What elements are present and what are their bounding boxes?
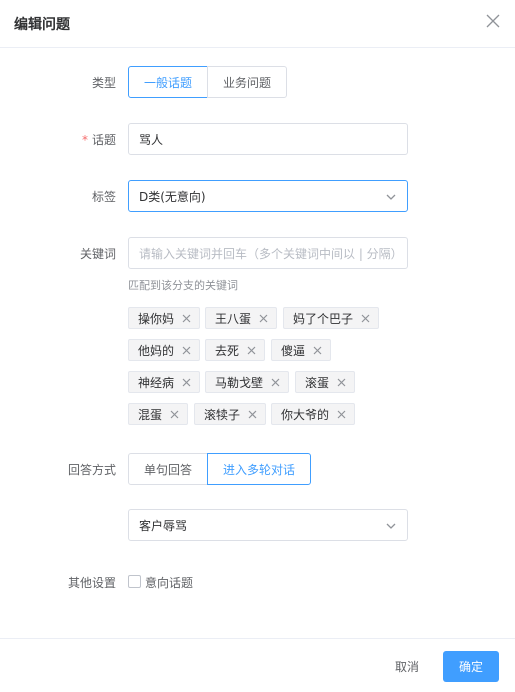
keyword-tag-text: 神经病	[138, 375, 175, 390]
close-icon[interactable]	[247, 346, 256, 355]
answer-mode-label: 回答方式	[67, 463, 116, 477]
type-label: 类型	[91, 76, 116, 90]
close-icon[interactable]	[182, 378, 191, 387]
intent-topic-label[interactable]: 意向话题	[145, 574, 193, 591]
keyword-tag: 滚犊子	[194, 403, 267, 425]
keyword-tag-text: 你大爷的	[281, 407, 330, 422]
keyword-tag-text: 马勒戈壁	[215, 375, 264, 390]
dialog-footer	[0, 638, 515, 692]
flow-select-value: 客户辱骂	[139, 518, 188, 533]
keyword-tag-text: 操你妈	[138, 311, 175, 326]
keyword-tag-text: 滚犊子	[204, 407, 241, 422]
close-icon[interactable]	[170, 410, 179, 419]
close-icon[interactable]	[259, 314, 268, 323]
tag-select-value: D类(无意向)	[139, 189, 206, 204]
close-icon[interactable]	[485, 13, 501, 29]
keyword-tag-text: 去死	[215, 343, 240, 358]
chevron-down-icon	[386, 523, 396, 529]
keywords-label: 关键词	[79, 247, 116, 261]
dialog-title: 编辑问题	[14, 17, 70, 33]
flow-select[interactable]: 客户辱骂	[128, 509, 408, 541]
close-icon[interactable]	[182, 346, 191, 355]
keyword-tag: 他妈的	[128, 339, 201, 361]
required-mark: *	[81, 133, 88, 147]
close-icon[interactable]	[313, 346, 322, 355]
keyword-tag: 操你妈	[128, 307, 201, 329]
keyword-tag-text: 混蛋	[138, 407, 163, 422]
type-option-general-topic[interactable]: 一般话题	[128, 66, 208, 98]
tag-label: 标签	[91, 190, 116, 204]
topic-label-text: 话题	[91, 133, 116, 147]
topic-label: * 话题	[82, 131, 116, 148]
keywords-input[interactable]: 请输入关键词并回车（多个关键词中间以 | 分隔）	[128, 237, 408, 269]
answer-option-single[interactable]: 单句回答	[128, 453, 208, 485]
close-icon[interactable]	[337, 410, 346, 419]
topic-input-value: 骂人	[139, 132, 164, 147]
answer-option-multi-turn[interactable]: 进入多轮对话	[207, 453, 311, 485]
keyword-tag-text: 他妈的	[138, 343, 175, 358]
keyword-tag-text: 滚蛋	[305, 375, 330, 390]
keyword-tag: 滚蛋	[295, 371, 356, 393]
topic-input[interactable]: 骂人	[128, 123, 408, 155]
intent-topic-checkbox[interactable]	[128, 575, 141, 588]
chevron-down-icon	[386, 194, 396, 200]
tag-select[interactable]: D类(无意向)	[128, 180, 408, 212]
keyword-tag: 混蛋	[128, 403, 189, 425]
keyword-tag: 王八蛋	[205, 307, 278, 329]
keyword-tag: 傻逼	[271, 339, 332, 361]
close-icon[interactable]	[361, 314, 370, 323]
keyword-tag: 妈了个巴子	[283, 307, 380, 329]
cancel-button[interactable]: 取消	[384, 658, 430, 675]
close-icon[interactable]	[182, 314, 191, 323]
close-icon[interactable]	[271, 378, 280, 387]
keyword-tag: 去死	[205, 339, 266, 361]
keyword-tag: 马勒戈壁	[205, 371, 290, 393]
type-option-business-question[interactable]: 业务问题	[207, 66, 287, 98]
keywords-input-placeholder: 请输入关键词并回车（多个关键词中间以 | 分隔）	[139, 246, 397, 261]
keyword-tag-text: 妈了个巴子	[293, 311, 354, 326]
keywords-hint: 匹配到该分支的关键词	[128, 279, 238, 292]
close-icon[interactable]	[248, 410, 257, 419]
keyword-tag: 你大爷的	[271, 403, 356, 425]
keyword-tag-text: 王八蛋	[215, 311, 252, 326]
edit-question-dialog: 编辑问题 类型 一般话题 业务问题 * 话题 骂人 标签 D类(无意向) 关键词 …	[0, 0, 515, 692]
dialog-header: 编辑问题	[0, 0, 515, 48]
keyword-tag: 神经病	[128, 371, 201, 393]
close-icon[interactable]	[337, 378, 346, 387]
other-settings-label: 其他设置	[67, 576, 116, 590]
keyword-tag-text: 傻逼	[281, 343, 306, 358]
confirm-button[interactable]: 确定	[443, 651, 499, 682]
